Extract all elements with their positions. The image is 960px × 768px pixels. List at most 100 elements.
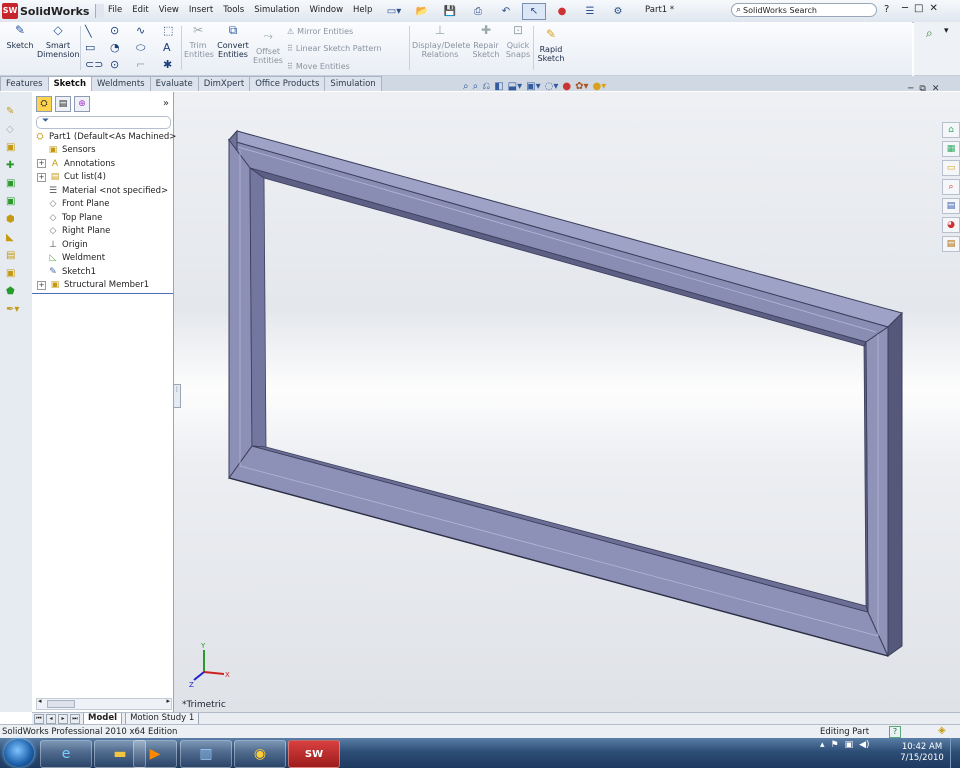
ellipse-tool-icon[interactable]: ⬭	[136, 41, 145, 55]
quick-snaps-button[interactable]: ⊡ Quick Snaps	[504, 24, 532, 59]
panel-splitter-handle[interactable]: ⋮	[173, 384, 181, 408]
configuration-manager-tab-icon[interactable]: ⊕	[74, 96, 90, 112]
tab-evaluate[interactable]: Evaluate	[149, 76, 199, 91]
trim-extend-icon[interactable]: ✚	[6, 160, 20, 172]
volume-icon[interactable]: ◀)	[859, 740, 869, 750]
property-manager-tab-icon[interactable]: ▤	[55, 96, 71, 112]
clock[interactable]: 10:42 AM 7/15/2010	[896, 742, 948, 764]
start-orb-icon[interactable]	[4, 739, 34, 767]
feature-manager-tab-icon[interactable]: ⛭	[36, 96, 52, 112]
linear-sketch-pattern-button[interactable]: ⠿ Linear Sketch Pattern	[287, 44, 382, 53]
action-center-icon[interactable]: ⚑	[831, 740, 839, 750]
line-tool-icon[interactable]: ╲	[85, 25, 92, 38]
minimize-icon[interactable]: ─	[902, 3, 908, 14]
file-explorer-icon[interactable]: ▭	[942, 160, 960, 176]
viewport-minimize-icon[interactable]: ─	[908, 84, 913, 94]
edit-appearance-icon[interactable]: ●	[562, 81, 571, 92]
rebuild-icon[interactable]: ⬟	[6, 286, 20, 298]
tab-sketch[interactable]: Sketch	[47, 76, 93, 91]
fillet-tool-icon[interactable]: ⌐	[136, 58, 145, 71]
construction-icon[interactable]: ⬚	[163, 24, 173, 37]
last-tab-icon[interactable]: ⏭	[70, 714, 80, 724]
solidworks-resources-icon[interactable]: ⌂	[942, 122, 960, 138]
end-cap-icon[interactable]: ⬢	[6, 214, 20, 226]
view-settings-icon[interactable]: ●▾	[593, 81, 607, 92]
display-style-icon[interactable]: ▣▾	[526, 81, 540, 92]
rectangular-weldment-frame[interactable]	[174, 92, 960, 712]
tree-node[interactable]: ⊥ Origin	[37, 238, 88, 251]
mirror-entities-button[interactable]: ⚠ Mirror Entities	[287, 27, 353, 36]
tree-node[interactable]: + ▤ Cut list(4)	[37, 171, 106, 184]
slot-tool-icon[interactable]: ⊂⊃	[85, 58, 103, 71]
smart-dimension-button[interactable]: ◇ Smart Dimension	[37, 24, 80, 59]
help-icon[interactable]: ?	[884, 4, 889, 15]
menu-help[interactable]: Help	[348, 5, 377, 15]
zoom-to-area-icon[interactable]: ⌕	[473, 81, 479, 92]
fillet-bead-icon[interactable]: ▣	[6, 268, 20, 280]
scroll-thumb[interactable]	[47, 700, 75, 708]
tree-filter-field[interactable]: ⏷	[36, 116, 171, 129]
save-icon[interactable]: 💾	[438, 3, 462, 20]
scroll-right-icon[interactable]: ▸	[166, 697, 170, 705]
tab-simulation[interactable]: Simulation	[324, 76, 382, 91]
repair-sketch-button[interactable]: ✚ Repair Sketch	[471, 24, 501, 59]
move-entities-button[interactable]: ⠿ Move Entities	[287, 62, 350, 71]
tree-node[interactable]: ◇ Top Plane	[37, 211, 103, 224]
dimension-tool-icon[interactable]: ◇	[6, 124, 20, 136]
tree-node[interactable]: ◇ Right Plane	[37, 225, 111, 238]
menu-tools[interactable]: Tools	[218, 5, 249, 15]
prev-tab-icon[interactable]: ◂	[46, 714, 56, 724]
tree-node[interactable]: + A Annotations	[37, 157, 115, 170]
extruded-boss-icon[interactable]: ▣	[6, 178, 20, 190]
show-desktop-button[interactable]	[950, 738, 960, 768]
expand-toggle-icon[interactable]: +	[37, 172, 46, 182]
spline-tool-icon[interactable]: ∿	[136, 24, 145, 37]
tree-node[interactable]: ✎ Sketch1	[37, 265, 96, 278]
convert-entities-button[interactable]: ⧉ Convert Entities	[215, 24, 251, 59]
menu-edit[interactable]: Edit	[127, 5, 153, 15]
file-properties-icon[interactable]: ☰	[578, 3, 602, 20]
solidworks-logo[interactable]: SW SolidWorks	[2, 2, 105, 20]
rebuild-traffic-light-icon[interactable]: ●	[550, 3, 574, 20]
weld-bead-icon[interactable]: ▤	[6, 250, 20, 262]
tree-node[interactable]: ☰ Material <not specified>	[37, 184, 168, 197]
collapse-panel-icon[interactable]: »	[163, 98, 169, 109]
undo-icon[interactable]: ↶	[494, 3, 518, 20]
hide-show-items-icon[interactable]: ◌▾	[545, 81, 559, 92]
display-delete-relations-button[interactable]: ⊥ Display/Delete Relations	[412, 24, 470, 59]
network-icon[interactable]: ▣	[845, 740, 854, 750]
scroll-left-icon[interactable]: ◂	[38, 697, 42, 705]
show-hidden-icons-icon[interactable]: ▴	[820, 740, 825, 750]
close-icon[interactable]: ✕	[929, 3, 937, 14]
menu-simulation[interactable]: Simulation	[249, 5, 304, 15]
next-tab-icon[interactable]: ▸	[58, 714, 68, 724]
media-player-icon[interactable]: ▶	[133, 740, 177, 768]
expand-toggle-icon[interactable]: +	[37, 280, 46, 290]
appearances-scenes-icon[interactable]: ◕	[942, 217, 960, 233]
section-view-icon[interactable]: ◧	[494, 81, 503, 92]
tab-weldments[interactable]: Weldments	[91, 76, 151, 91]
tree-node[interactable]: + ▣ Structural Member1	[37, 279, 149, 292]
solidworks-icon[interactable]: SW	[288, 740, 340, 768]
rectangle-tool-icon[interactable]: ▭	[85, 41, 95, 54]
menu-insert[interactable]: Insert	[184, 5, 218, 15]
solidworks-explorer-icon[interactable]: ◉	[234, 740, 286, 768]
customize-icon[interactable]: ✒▾	[6, 304, 20, 316]
tab-features[interactable]: Features	[0, 76, 49, 91]
apply-scene-icon[interactable]: ✿▾	[575, 81, 588, 92]
internet-explorer-icon[interactable]: e	[40, 740, 92, 768]
tab-dimxpert[interactable]: DimXpert	[197, 76, 251, 91]
open-folder-icon[interactable]: 📂	[410, 3, 434, 20]
quick-tips-help-icon[interactable]: ?	[889, 726, 901, 738]
new-document-icon[interactable]: ▭▾	[382, 3, 406, 20]
view-palette-icon[interactable]: ▤	[942, 198, 960, 214]
menu-view[interactable]: View	[154, 5, 184, 15]
rollback-bar[interactable]	[32, 293, 173, 294]
expand-icon[interactable]: ▾	[944, 26, 949, 36]
search-commands-icon[interactable]: ⌕	[926, 26, 933, 41]
tree-node[interactable]: ⛭ Part1 (Default<As Machined>	[34, 130, 176, 143]
menu-file[interactable]: File	[103, 5, 127, 15]
arc-tool-icon[interactable]: ◔	[110, 41, 120, 54]
extruded-cut-icon[interactable]: ▣	[6, 196, 20, 208]
circle-tool-icon[interactable]: ⊙	[110, 24, 119, 37]
